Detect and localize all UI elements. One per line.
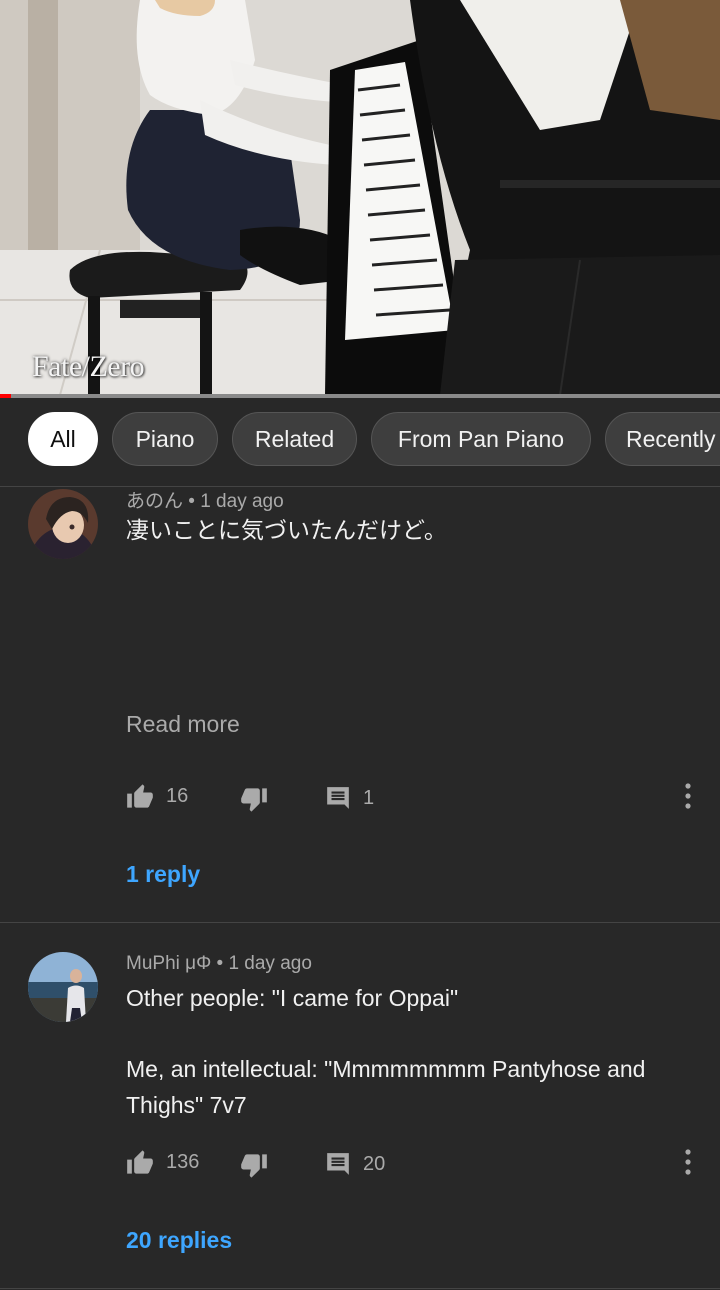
video-player[interactable]: Fate/Zero bbox=[0, 0, 720, 395]
avatar[interactable] bbox=[28, 489, 98, 559]
thumbs-down-icon bbox=[241, 788, 267, 812]
dislike-button[interactable] bbox=[240, 1153, 268, 1179]
more-options-button[interactable] bbox=[676, 1148, 700, 1178]
comment-filter-chips: All Piano Related From Pan Piano Recentl… bbox=[0, 398, 720, 486]
reply-count: 20 bbox=[363, 1152, 386, 1175]
comment-thread: あのん • 1 day ago 凄いことに気づいたんだけど。 Read more… bbox=[0, 487, 720, 922]
comment-author-time: MuPhi μΦ • 1 day ago bbox=[126, 953, 312, 974]
comment-thread: MuPhi μΦ • 1 day ago Other people: "I ca… bbox=[0, 923, 720, 1290]
like-button[interactable]: 136 bbox=[126, 1149, 199, 1175]
divider bbox=[0, 1288, 720, 1289]
avatar[interactable] bbox=[28, 952, 98, 1022]
comment-icon bbox=[327, 787, 349, 809]
like-count: 16 bbox=[166, 784, 189, 807]
reply-count: 1 bbox=[363, 786, 375, 809]
like-count: 136 bbox=[166, 1150, 200, 1173]
comment-icon bbox=[327, 1153, 349, 1175]
chip-piano[interactable]: Piano bbox=[112, 412, 218, 466]
more-vert-icon bbox=[685, 783, 691, 809]
thumbs-up-icon bbox=[127, 784, 153, 808]
comment-text-line-1: Other people: "I came for Oppai" bbox=[126, 985, 459, 1011]
chip-recently-uploaded[interactable]: Recently uploaded bbox=[605, 412, 720, 466]
view-replies-link[interactable]: 20 replies bbox=[126, 1227, 232, 1254]
dislike-button[interactable] bbox=[240, 787, 268, 813]
thumbs-down-icon bbox=[241, 1154, 267, 1178]
read-more-link[interactable]: Read more bbox=[126, 711, 240, 738]
more-options-button[interactable] bbox=[676, 782, 700, 812]
chip-all[interactable]: All bbox=[28, 412, 98, 466]
chip-related[interactable]: Related bbox=[232, 412, 357, 466]
comment-author-time: あのん • 1 day ago bbox=[126, 491, 284, 512]
reply-button[interactable]: 1 bbox=[325, 785, 374, 811]
more-vert-icon bbox=[685, 1149, 691, 1175]
reply-button[interactable]: 20 bbox=[325, 1151, 385, 1177]
comment-text-line-2: Me, an intellectual: "Mmmmmmmm Pantyhose… bbox=[126, 1056, 646, 1118]
chip-from-pan-piano[interactable]: From Pan Piano bbox=[371, 412, 591, 466]
thumbs-up-icon bbox=[127, 1150, 153, 1174]
like-button[interactable]: 16 bbox=[126, 783, 188, 809]
view-replies-link[interactable]: 1 reply bbox=[126, 861, 200, 888]
comment-text: 凄いことに気づいたんだけど。 bbox=[126, 517, 447, 543]
video-caption: Fate/Zero bbox=[32, 350, 145, 383]
video-frame bbox=[0, 0, 720, 395]
